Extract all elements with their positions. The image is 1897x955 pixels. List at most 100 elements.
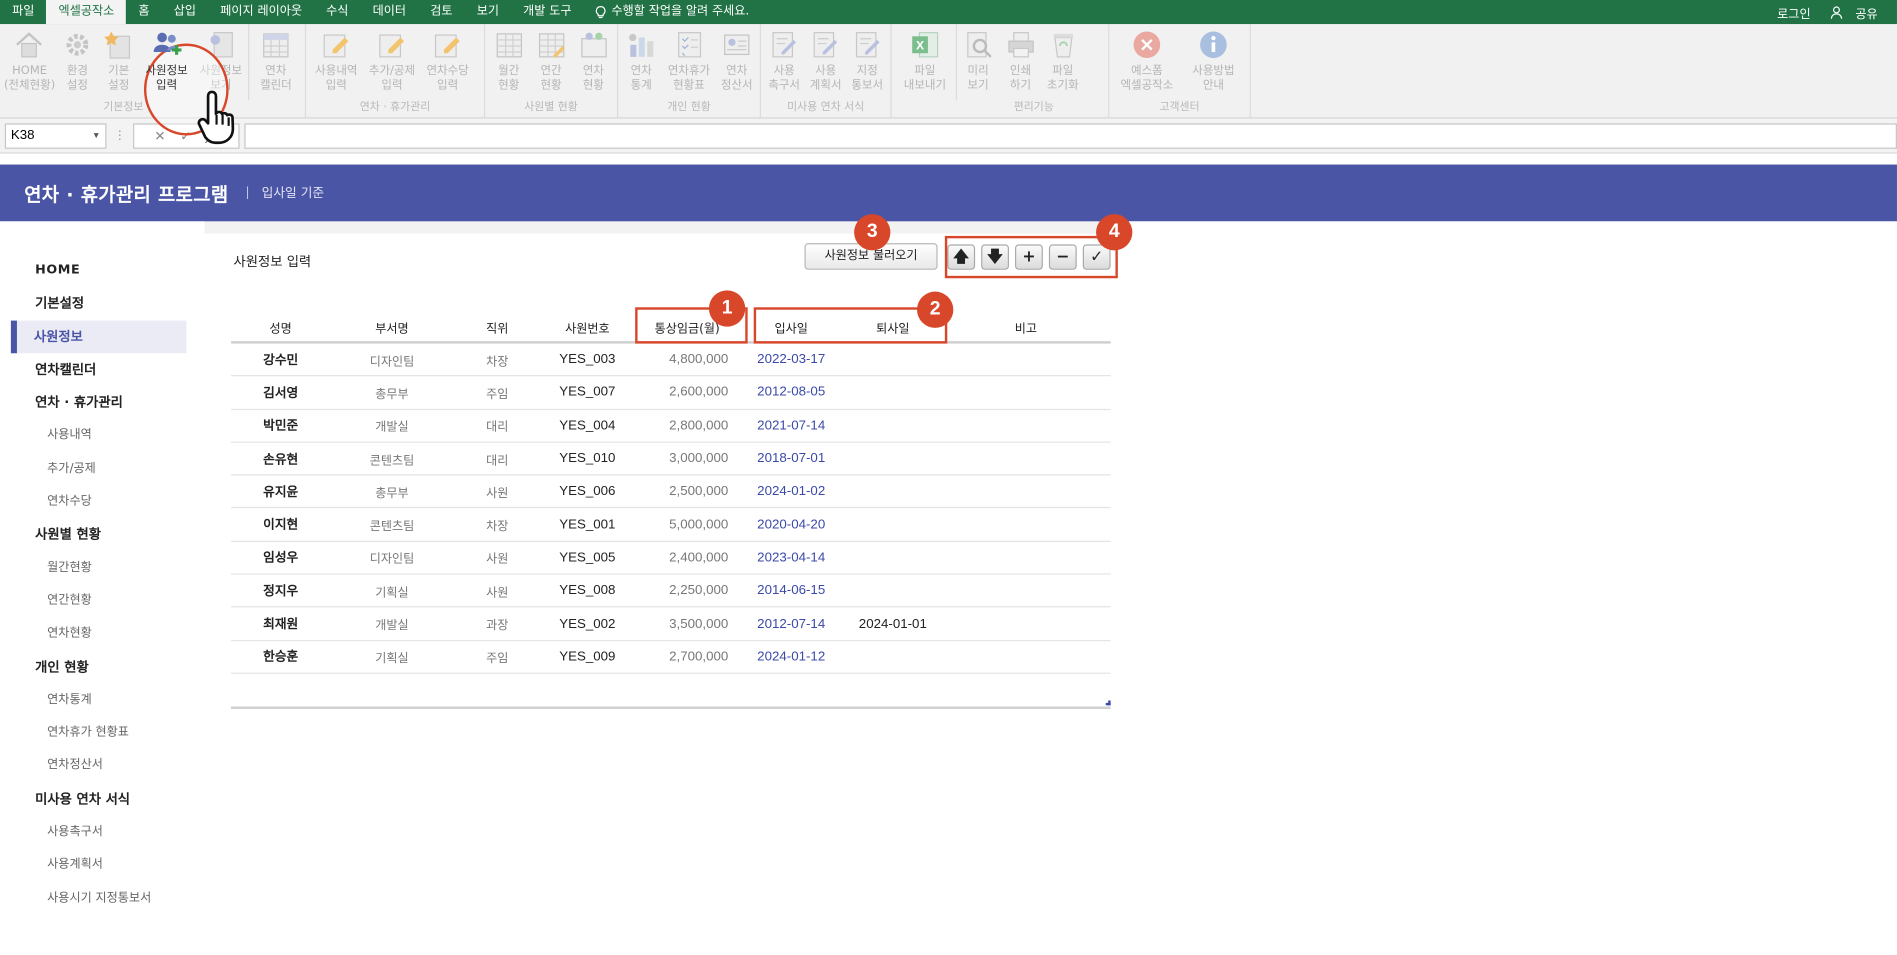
cell-department[interactable]: 총무부 [330, 483, 453, 500]
cell-department[interactable]: 기획실 [330, 648, 453, 665]
cell-wage[interactable]: 2,400,000 [634, 550, 740, 565]
cell-join-date[interactable]: 2014-06-15 [740, 583, 842, 598]
ribbon-stats-button[interactable]: 연차 통계 [621, 24, 662, 100]
ribbon-settings-button[interactable]: 환경 설정 [57, 24, 98, 100]
ribbon-print-button[interactable]: 인쇄 하기 [999, 24, 1041, 100]
login-link[interactable]: 로그인 [1767, 3, 1820, 21]
sidebar-item-notice[interactable]: 사용시기 지정통보서 [0, 882, 204, 915]
ribbon-add-deduct-input-button[interactable]: 추가/공제 입력 [364, 24, 420, 100]
cell-wage[interactable]: 2,500,000 [634, 484, 740, 499]
ribbon-home-button[interactable]: HOME (전체현황) [2, 24, 56, 100]
cell-name[interactable]: 강수민 [231, 350, 330, 368]
cell-position[interactable]: 주임 [454, 383, 541, 401]
cell-employee-id[interactable]: YES_004 [541, 418, 634, 433]
menu-home[interactable]: 홈 [126, 0, 161, 24]
share-button[interactable]: 공유 [1820, 3, 1897, 21]
sidebar-item-status-table[interactable]: 연차휴가 현황표 [0, 716, 204, 749]
cell-wage[interactable]: 2,700,000 [634, 649, 740, 664]
cell-wage[interactable]: 2,250,000 [634, 583, 740, 598]
table-row[interactable]: 최재원 개발실 과장 YES_002 3,500,000 2012-07-14 2024-0… [231, 608, 1111, 641]
cell-position[interactable]: 차장 [454, 350, 541, 368]
sidebar-item-leave-status[interactable]: 연차현황 [0, 617, 204, 650]
menu-developer[interactable]: 개발 도구 [511, 0, 584, 24]
table-row[interactable]: 한승훈 기획실 주임 YES_009 2,700,000 2024-01-12 [231, 641, 1111, 674]
ribbon-export-button[interactable]: X 파일 내보내기 [894, 24, 957, 101]
ribbon-status-table-button[interactable]: 연차휴가 현황표 [662, 24, 716, 100]
ribbon-plan-button[interactable]: 사용 계획서 [805, 24, 847, 100]
table-row[interactable]: 임성우 디자인팀 사원 YES_005 2,400,000 2023-04-14 [231, 542, 1111, 575]
sidebar-item-employee-info[interactable]: 사원정보 [10, 320, 187, 354]
cell-employee-id[interactable]: YES_002 [541, 616, 634, 631]
cell-name[interactable]: 최재원 [231, 615, 330, 633]
cell-position[interactable]: 사원 [454, 549, 541, 566]
table-row[interactable]: 김서영 총무부 주임 YES_007 2,600,000 2012-08-05 [231, 377, 1111, 410]
table-row[interactable]: 강수민 디자인팀 차장 YES_003 4,800,000 2022-03-17 [231, 344, 1111, 377]
ribbon-notice-button[interactable]: 지정 통보서 [846, 24, 888, 100]
cell-employee-id[interactable]: YES_001 [541, 517, 634, 532]
name-box-dropdown-icon[interactable]: ▼ [92, 124, 100, 147]
menu-review[interactable]: 검토 [418, 0, 464, 24]
sidebar-item-usage[interactable]: 사용내역 [0, 419, 204, 452]
ribbon-calendar-button[interactable]: 연차 캘린더 [248, 24, 302, 101]
cell-position[interactable]: 차장 [454, 516, 541, 533]
sidebar-item-allowance[interactable]: 연차수당 [0, 485, 204, 518]
cell-name[interactable]: 정지우 [231, 582, 330, 600]
cell-join-date[interactable]: 2018-07-01 [740, 451, 842, 466]
cell-join-date[interactable]: 2012-07-14 [740, 616, 842, 631]
sidebar-item-add-deduct[interactable]: 추가/공제 [0, 452, 204, 485]
cell-join-date[interactable]: 2021-07-14 [740, 418, 842, 433]
sidebar-item-stats[interactable]: 연차통계 [0, 683, 204, 716]
name-box[interactable]: K38 ▼ [4, 122, 107, 149]
cell-leave-date[interactable]: 2024-01-01 [842, 616, 944, 631]
cell-department[interactable]: 개발실 [330, 416, 453, 434]
cell-position[interactable]: 과장 [454, 615, 541, 632]
table-row[interactable]: 이지현 콘텐츠팀 차장 YES_001 5,000,000 2020-04-20 [231, 509, 1111, 542]
cell-department[interactable]: 콘텐츠팀 [330, 516, 453, 533]
menu-insert[interactable]: 삽입 [162, 0, 208, 24]
ribbon-basic-settings-button[interactable]: 기본 설정 [98, 24, 139, 100]
table-row[interactable]: 박민준 개발실 대리 YES_004 2,800,000 2021-07-14 [231, 410, 1111, 443]
cell-department[interactable]: 콘텐츠팀 [330, 449, 453, 467]
ribbon-leave-status-button[interactable]: 연차 현황 [572, 24, 614, 100]
ribbon-preview-button[interactable]: 미리 보기 [957, 24, 999, 100]
cell-name[interactable]: 이지현 [231, 516, 330, 534]
ribbon-allowance-input-button[interactable]: 연차수당 입력 [420, 24, 476, 100]
cell-wage[interactable]: 2,800,000 [634, 418, 740, 433]
cell-employee-id[interactable]: YES_007 [541, 385, 634, 400]
sidebar-item-calendar[interactable]: 연차캘린더 [0, 353, 204, 386]
sidebar-item-settlement[interactable]: 연차정산서 [0, 749, 204, 782]
cell-join-date[interactable]: 2024-01-12 [740, 649, 842, 664]
sidebar-item-monthly[interactable]: 월간현황 [0, 551, 204, 584]
cell-join-date[interactable]: 2012-08-05 [740, 385, 842, 400]
ribbon-usage-input-button[interactable]: 사용내역 입력 [308, 24, 364, 100]
cell-wage[interactable]: 3,000,000 [634, 451, 740, 466]
cell-wage[interactable]: 3,500,000 [634, 616, 740, 631]
menu-formulas[interactable]: 수식 [314, 0, 360, 24]
tell-me-box[interactable]: 수행할 작업을 알려 주세요. [584, 0, 762, 24]
table-row[interactable]: 손유현 콘텐츠팀 대리 YES_010 3,000,000 2018-07-01 [231, 443, 1111, 476]
cell-position[interactable]: 대리 [454, 449, 541, 467]
sidebar-item-home[interactable]: HOME [0, 254, 204, 287]
menu-view[interactable]: 보기 [465, 0, 511, 24]
ribbon-urge-button[interactable]: 사용 촉구서 [763, 24, 805, 100]
menu-file[interactable]: 파일 [0, 0, 46, 24]
formula-input[interactable] [244, 122, 1897, 149]
cell-position[interactable]: 사원 [454, 582, 541, 599]
cell-employee-id[interactable]: YES_008 [541, 583, 634, 598]
cell-department[interactable]: 기획실 [330, 582, 453, 599]
table-row[interactable]: 유지윤 총무부 사원 YES_006 2,500,000 2024-01-02 [231, 476, 1111, 509]
cell-employee-id[interactable]: YES_009 [541, 649, 634, 664]
sidebar-item-urge[interactable]: 사용촉구서 [0, 815, 204, 848]
menu-excel-workshop[interactable]: 엑셀공작소 [46, 0, 127, 25]
cell-name[interactable]: 유지윤 [231, 483, 330, 501]
menu-page-layout[interactable]: 페이지 레이아웃 [208, 0, 314, 24]
cell-department[interactable]: 총무부 [330, 383, 453, 401]
cell-department[interactable]: 개발실 [330, 615, 453, 632]
ribbon-monthly-button[interactable]: 월간 현황 [488, 24, 530, 100]
cell-employee-id[interactable]: YES_003 [541, 352, 634, 367]
ribbon-yearly-button[interactable]: 연간 현황 [530, 24, 572, 100]
cell-name[interactable]: 임성우 [231, 549, 330, 567]
cancel-icon[interactable]: ✕ [154, 128, 165, 144]
ribbon-guide-button[interactable]: 사용방법 안내 [1182, 24, 1245, 100]
sidebar-item-employee-status[interactable]: 사원별 현황 [0, 518, 204, 551]
